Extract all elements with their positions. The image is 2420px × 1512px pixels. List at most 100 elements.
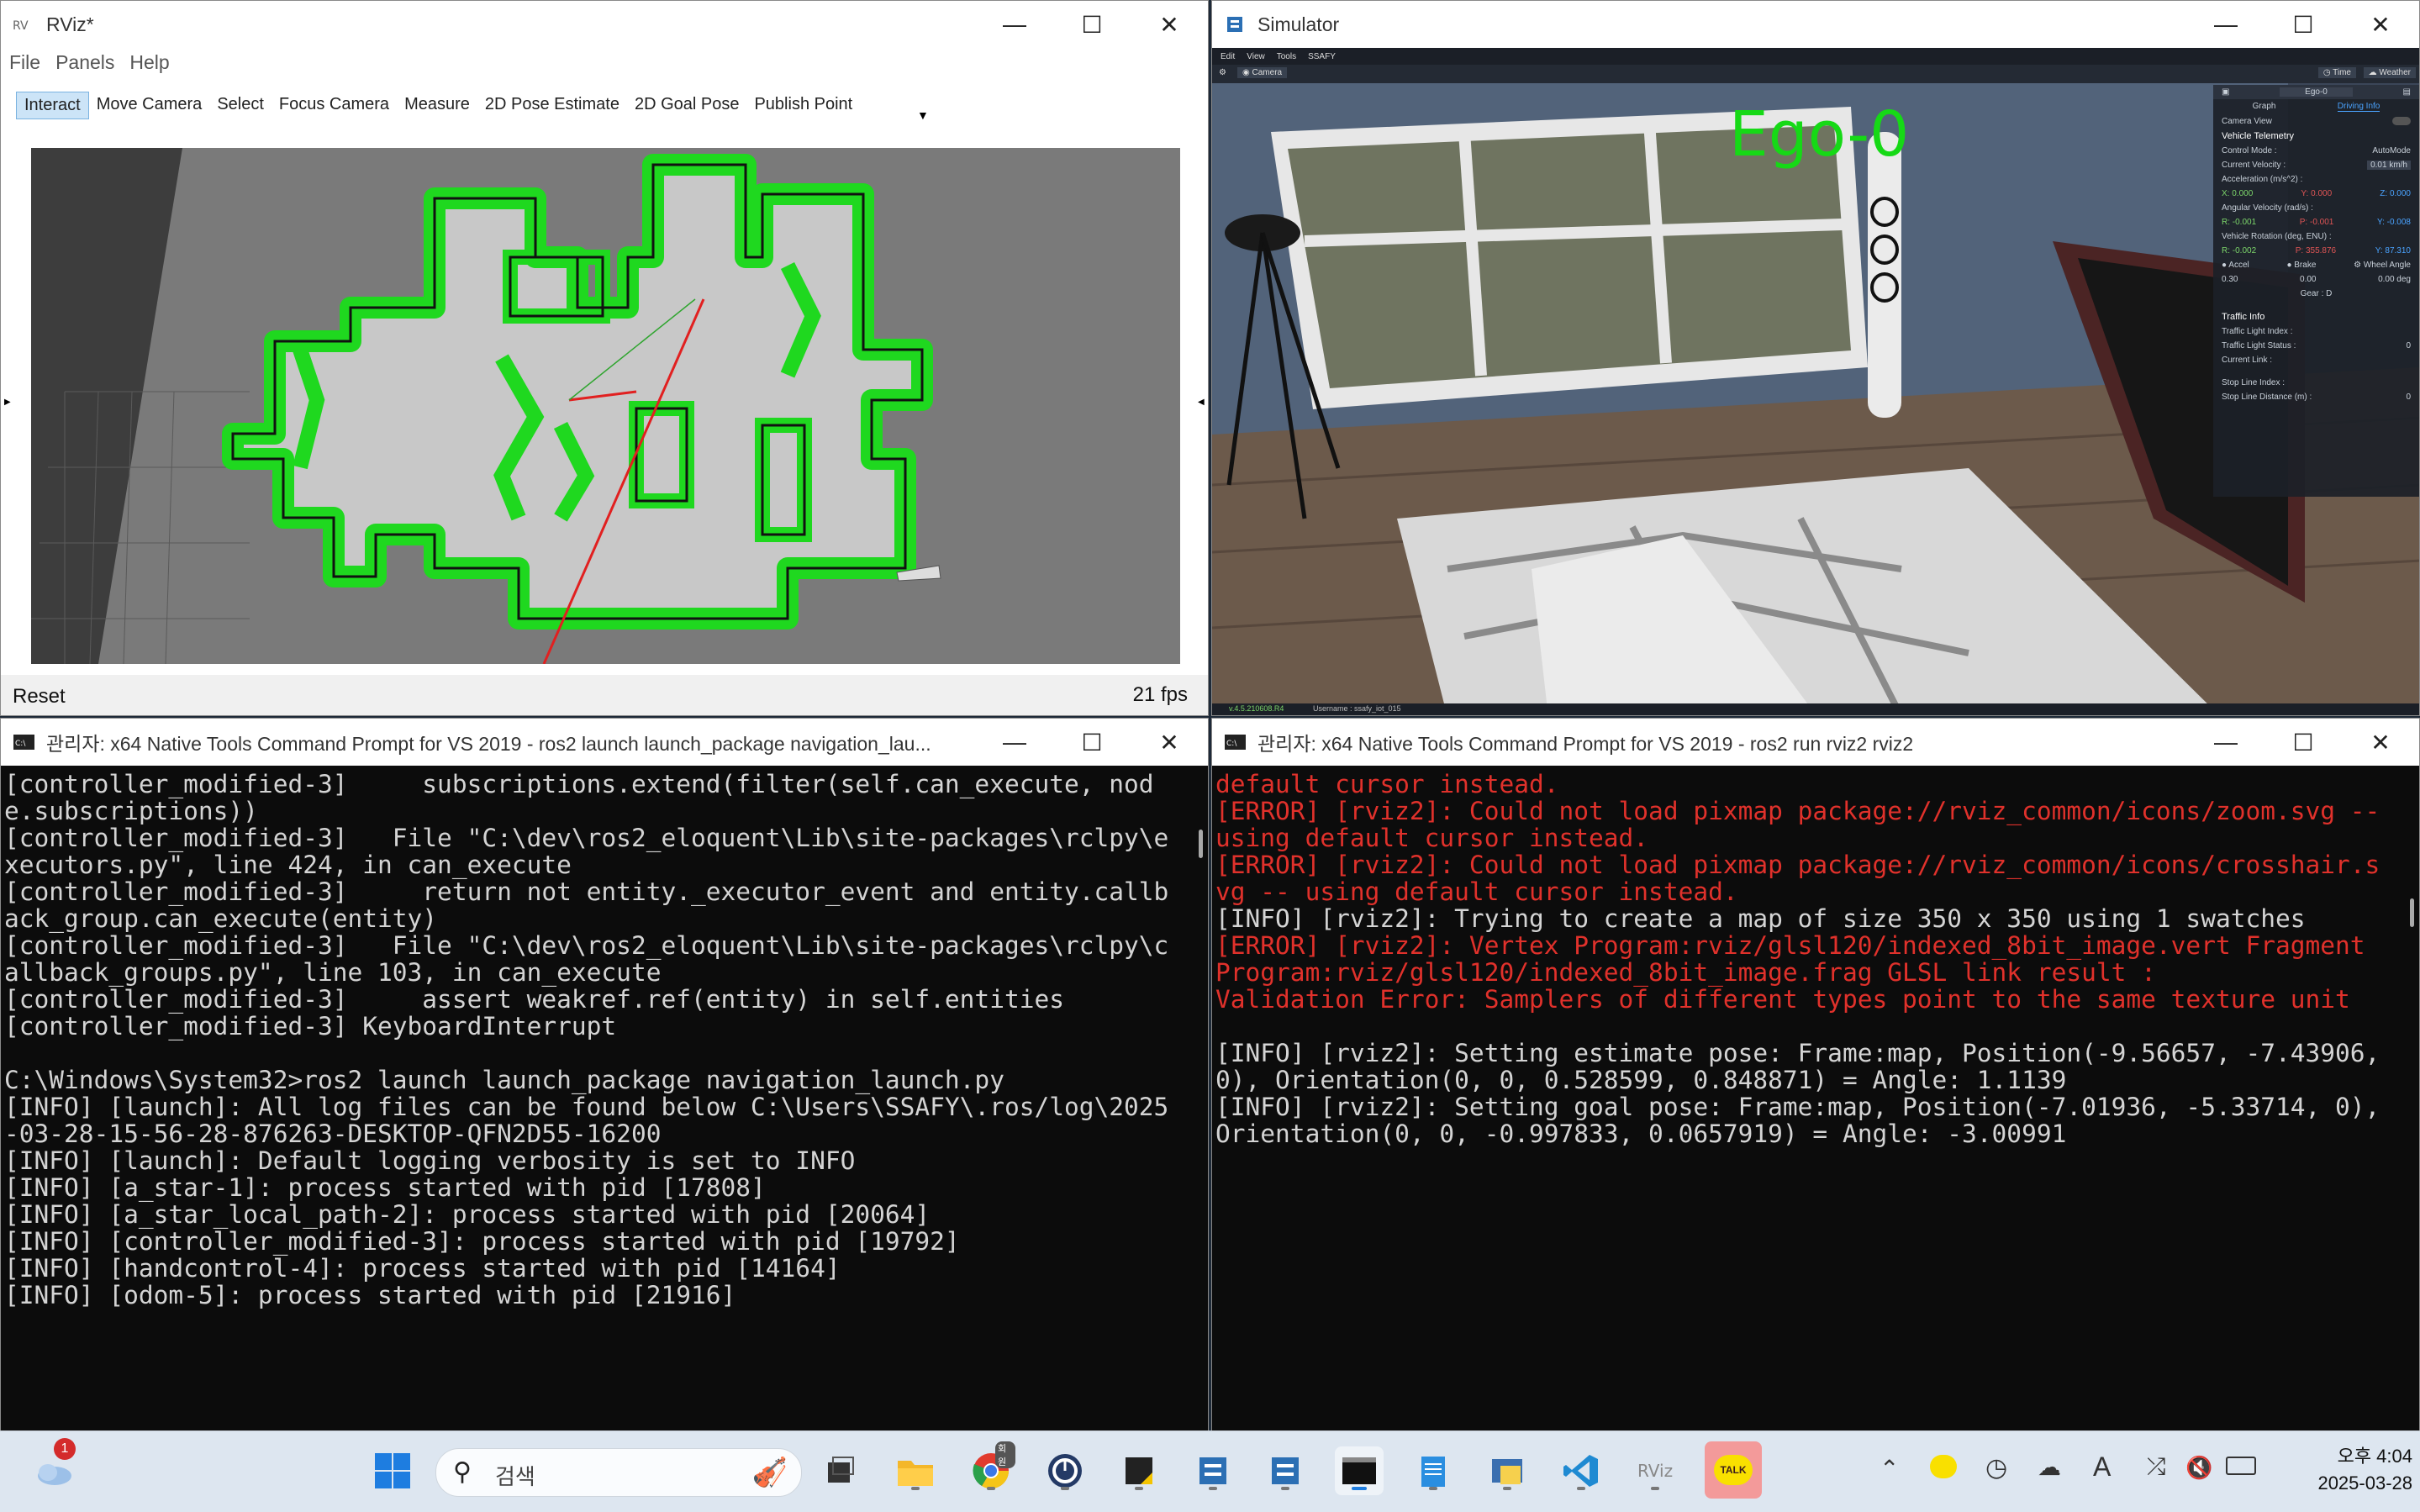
settings-icon[interactable]: ⚙	[1219, 68, 1226, 77]
rviz-taskbar-button[interactable]: RViz	[1631, 1446, 1679, 1495]
gear-value: Gear : D	[2300, 289, 2333, 298]
terminal-button[interactable]	[1335, 1446, 1384, 1495]
traffic-info-heading: Traffic Info	[2222, 312, 2265, 322]
notepad-button[interactable]	[1409, 1446, 1458, 1495]
task-view-button[interactable]	[815, 1446, 864, 1495]
wifi-icon[interactable]: ⤮	[2147, 1453, 2165, 1481]
sim-menu-edit[interactable]: Edit	[1221, 52, 1235, 61]
close-button[interactable]: ✕	[1131, 1, 1208, 48]
cmd-left-output[interactable]: [controller_modified-3] subscriptions.ex…	[1, 766, 1208, 1430]
tool-select[interactable]: Select	[209, 92, 272, 119]
right-panel-arrow-icon[interactable]: ◀	[1198, 398, 1205, 407]
brake-indicator: ● Brake	[2286, 261, 2317, 270]
rviz-window: RV RViz* — ☐ ✕ File Panels Help Interact…	[0, 0, 1209, 716]
terminal-line: [INFO] [launch]: All log files can be fo…	[4, 1093, 1169, 1148]
terminal-error-line: [ERROR] [rviz2]: Vertex Program:rviz/gls…	[1215, 931, 2380, 987]
vs-tools-button-2[interactable]	[1261, 1446, 1310, 1495]
tab-graph[interactable]: Graph	[2253, 102, 2276, 112]
close-button[interactable]: ✕	[1131, 719, 1208, 766]
clock-area[interactable]: 오후 4:04 2025-03-28	[2286, 1443, 2412, 1497]
python-icon	[1492, 1459, 1522, 1484]
tool-focus-camera[interactable]: Focus Camera	[272, 92, 397, 119]
file-explorer-button[interactable]	[891, 1446, 940, 1495]
wheel-value: 0.00 deg	[2378, 275, 2411, 284]
time-button[interactable]: ◷ Time	[2317, 67, 2356, 78]
clock-app-icon	[1048, 1454, 1082, 1488]
close-button[interactable]: ✕	[2342, 1, 2419, 48]
simulator-3d-view[interactable]: Ego-0 Edit View Tools SSAFY ⚙ ◉ Camera ◷…	[1212, 48, 2419, 715]
panel-camera-icon[interactable]: ▣	[2222, 87, 2229, 97]
tray-kakaotalk-icon[interactable]	[1930, 1455, 1957, 1478]
tool-2d-goal-pose[interactable]: 2D Goal Pose	[627, 92, 747, 119]
minimize-button[interactable]: —	[976, 1, 1053, 48]
clock-time: 오후 4:04	[2337, 1446, 2412, 1467]
sim-menu-view[interactable]: View	[1247, 52, 1265, 61]
reset-button[interactable]: Reset	[13, 685, 66, 709]
vscode-icon	[1563, 1455, 1598, 1487]
obs-button[interactable]	[1041, 1446, 1089, 1495]
weather-widget[interactable]: 1	[29, 1438, 77, 1495]
tool-2d-pose-estimate[interactable]: 2D Pose Estimate	[477, 92, 627, 119]
sticky-notes-button[interactable]	[1115, 1446, 1163, 1495]
volume-muted-icon[interactable]: 🔇	[2185, 1455, 2212, 1481]
camera-button[interactable]: ◉ Camera	[1237, 67, 1288, 78]
search-icon: ⚲	[453, 1458, 472, 1486]
tool-measure[interactable]: Measure	[397, 92, 477, 119]
menu-panels[interactable]: Panels	[55, 51, 114, 74]
tool-publish-point[interactable]: Publish Point	[746, 92, 860, 119]
kakaotalk-icon: TALK	[1714, 1455, 1753, 1485]
tool-interact[interactable]: Interact	[16, 92, 89, 119]
tray-cloud-sync-icon[interactable]: ☁	[2038, 1453, 2061, 1481]
menu-help[interactable]: Help	[129, 51, 169, 74]
tool-move-camera[interactable]: Move Camera	[89, 92, 210, 119]
maximize-button[interactable]: ☐	[1053, 719, 1131, 766]
minimize-button[interactable]: —	[976, 719, 1053, 766]
rviz-titlebar[interactable]: RV RViz* — ☐ ✕	[1, 1, 1208, 48]
taskbar-search-box[interactable]: ⚲ 검색 🎻	[435, 1448, 802, 1497]
vscode-button[interactable]	[1557, 1446, 1605, 1495]
cmd-right-titlebar[interactable]: C:\ 관리자: x64 Native Tools Command Prompt…	[1212, 719, 2419, 766]
minimize-button[interactable]: —	[2187, 1, 2264, 48]
maximize-button[interactable]: ☐	[2264, 719, 2342, 766]
sim-menu-tools[interactable]: Tools	[1277, 52, 1296, 61]
terminal-icon	[1342, 1457, 1376, 1484]
tray-input-method-icon[interactable]: A	[2093, 1451, 2111, 1483]
ego-dropdown[interactable]: Ego-0	[2280, 87, 2353, 97]
terminal-line: [INFO] [rviz2]: Setting goal pose: Frame…	[1215, 1093, 2396, 1148]
control-mode-value: AutoMode	[2372, 146, 2411, 155]
vs-tools-button-1[interactable]	[1189, 1446, 1237, 1495]
rviz-3d-viewport[interactable]	[31, 148, 1180, 664]
cmd-right-output[interactable]: default cursor instead. [ERROR] [rviz2]: …	[1212, 766, 2419, 1430]
camera-view-toggle[interactable]	[2392, 117, 2411, 125]
brake-value: 0.00	[2300, 275, 2317, 284]
sim-menu-ssafy[interactable]: SSAFY	[1308, 52, 1336, 61]
cmd-left-titlebar[interactable]: C:\ 관리자: x64 Native Tools Command Prompt…	[1, 719, 1208, 766]
start-button[interactable]	[368, 1446, 417, 1495]
battery-icon[interactable]	[2226, 1457, 2256, 1475]
toolbar-dropdown-icon[interactable]: ▼	[917, 108, 929, 122]
left-panel-arrow-icon[interactable]: ▶	[4, 398, 11, 407]
chrome-button[interactable]: 회원	[967, 1441, 1015, 1495]
python-button[interactable]	[1483, 1446, 1532, 1495]
accel-value: 0.30	[2222, 275, 2238, 284]
kakaotalk-button[interactable]: TALK	[1705, 1441, 1762, 1499]
tray-overflow-icon[interactable]: ⌃	[1880, 1455, 1899, 1483]
panel-pin-icon[interactable]: ▤	[2403, 87, 2411, 97]
minimize-button[interactable]: —	[2187, 719, 2264, 766]
notepad-icon	[1421, 1457, 1445, 1487]
simulator-titlebar[interactable]: Simulator — ☐ ✕	[1212, 1, 2419, 48]
cmd-right-scrollbar[interactable]	[2410, 898, 2414, 927]
tray-clock-app-icon[interactable]: ◷	[1985, 1453, 2007, 1483]
terminal-line: [INFO] [odom-5]: process started with pi…	[4, 1281, 736, 1309]
terminal-line: [controller_modified-3] return not entit…	[4, 877, 1169, 933]
menu-file[interactable]: File	[9, 51, 40, 74]
terminal-error-line: [ERROR] [rviz2]: Could not load pixmap p…	[1215, 797, 2396, 852]
weather-button[interactable]: ☁ Weather	[2363, 67, 2416, 78]
tab-driving-info[interactable]: Driving Info	[2337, 102, 2380, 112]
cmd-left-scrollbar[interactable]	[1199, 830, 1203, 858]
maximize-button[interactable]: ☐	[2264, 1, 2342, 48]
maximize-button[interactable]: ☐	[1053, 1, 1131, 48]
fps-readout: 21 fps	[1132, 683, 1188, 706]
close-button[interactable]: ✕	[2342, 719, 2419, 766]
